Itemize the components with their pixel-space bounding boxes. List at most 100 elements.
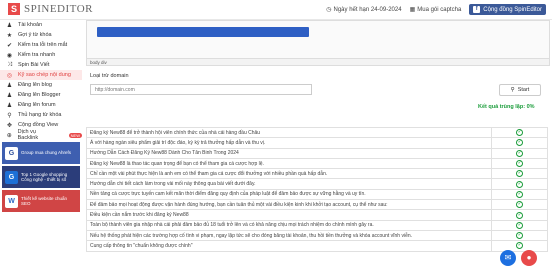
chat-icon[interactable]: ● (521, 250, 537, 266)
cart-icon: ▦ (409, 7, 416, 13)
row-text: Nếu hệ thống phát hiện các trường hợp cố… (85, 229, 493, 242)
sidebar-item-label: Dịch vụ Backlink (17, 129, 39, 141)
row-text: Hướng Dẫn Cách Đăng Ký New88 Dành Cho Tâ… (85, 147, 493, 159)
messenger-icon[interactable]: ✉ (500, 250, 516, 266)
target-icon: ◎ (6, 72, 13, 79)
shuffle-icon: ⤨ (7, 61, 12, 68)
row-text: Toàn bộ thành viên gia nhập nhà cái phải… (85, 219, 493, 231)
row-status: ✓ (491, 229, 548, 242)
start-button[interactable]: ⚲ Start (499, 84, 541, 96)
check-circle-icon: ✓ (516, 180, 524, 188)
table-row: Nếu hệ thống phát hiện các trường hợp cố… (85, 229, 548, 242)
row-status: ✓ (491, 137, 548, 149)
check-circle-icon: ✓ (516, 232, 524, 240)
compass-icon: ✥ (6, 122, 13, 129)
check-circle-icon: ✓ (516, 139, 524, 147)
sidebar: ♟ Tài khoản ★ Gợi ý từ khóa ✔ Kiểm tra lỗi tr… (0, 20, 82, 276)
sidebar-item-label: Tài khoản (18, 22, 43, 28)
table-row: Cung cấp thông tin "chuẩn không được chí… (85, 240, 548, 252)
check-icon: ✔ (6, 42, 13, 49)
expiry-date: ◷ Ngày hết hạn 24-09-2024 (326, 6, 402, 14)
row-status: ✓ (491, 199, 548, 211)
sidebar-item[interactable]: ♟ Tài khoản (0, 20, 82, 30)
crosshair-icon: ⊕ (6, 132, 12, 139)
new-badge: NEW (68, 132, 82, 138)
results-table: Đăng ký New88 để trở thành hội viên chín… (85, 126, 548, 252)
sidebar-item[interactable]: ★ Gợi ý từ khóa (0, 30, 82, 40)
sidebar-item-label: Đăng lên forum (18, 102, 56, 108)
check-circle-icon: ✓ (516, 221, 524, 229)
sidebar-item-label: Spin Bài Viết (18, 62, 50, 68)
sidebar-item[interactable]: ⚲ Thủ hạng từ khóa (0, 110, 82, 120)
row-status: ✓ (491, 178, 548, 190)
sidebar-item[interactable]: ◎ Kỹ sao chép nội dung (0, 70, 82, 80)
sidebar-item-label: Kiểm tra lỗi trên mắt (18, 42, 68, 48)
logo[interactable]: S SPINEDITOR (8, 3, 93, 15)
google-shopping-icon: G (5, 170, 18, 184)
table-row: Để đảm bảo mọi hoạt động được vận hành đ… (85, 199, 548, 211)
row-text: Á với hàng ngàn siêu phẩm giải trí độc đ… (85, 137, 493, 149)
logo-icon: S (8, 3, 20, 15)
sidebar-item-label: Đăng lên blog (18, 82, 52, 88)
row-text: Đăng ký New88 là thao tác quan trọng để … (85, 157, 493, 170)
ahrefs-group-icon: G (5, 146, 18, 160)
user-icon: ♟ (6, 82, 13, 89)
check-circle-icon: ✓ (516, 201, 524, 209)
sidebar-item-label: Kỹ sao chép nội dung (18, 72, 71, 78)
check-circle-icon: ✓ (516, 160, 524, 168)
clock-icon: ◷ (326, 7, 332, 13)
table-row: Chỉ cần một vài phút thực hiện là anh em… (85, 168, 548, 180)
community-button[interactable]: f Cộng đồng SpinEditor (469, 4, 546, 15)
sidebar-item[interactable]: ♟ Đăng lên forum (0, 100, 82, 110)
row-text: Hướng dẫn chi tiết cách làm trong vài mố… (85, 178, 493, 190)
sidebar-item[interactable]: ✔ Kiểm tra lỗi trên mắt (0, 40, 82, 50)
row-status: ✓ (491, 126, 548, 139)
sidebar-item-label: Thủ hạng từ khóa (18, 112, 62, 118)
sidebar-item[interactable]: ◉ Kiểm tra nhanh (0, 50, 82, 60)
main-content: body div Loại trừ domain ⚲ Start Kết quả… (82, 20, 552, 276)
row-status: ✓ (491, 240, 548, 252)
row-status: ✓ (491, 219, 548, 231)
facebook-icon: f (473, 6, 481, 13)
promo-website-design[interactable]: W Thiết kế website chuẩn SEO (2, 190, 80, 212)
sidebar-item[interactable]: ♟ Đăng lên blog (0, 80, 82, 90)
check-circle-icon: ✓ (516, 149, 524, 157)
editor-status-bar: body div (87, 58, 549, 65)
table-row: Toàn bộ thành viên gia nhập nhà cái phải… (85, 219, 548, 231)
sidebar-item-label: Gợi ý từ khóa (18, 32, 52, 38)
check-circle-icon: ✓ (516, 170, 524, 178)
website-icon: W (5, 194, 18, 208)
editor-selected-block[interactable] (97, 27, 309, 37)
exclude-domain-label: Loại trừ domain (90, 73, 129, 79)
check-circle-icon: ✓ (516, 211, 524, 219)
row-status: ✓ (491, 168, 548, 180)
duplicate-result: Kết quả trùng lặp: 0% (478, 104, 535, 110)
eye-icon: ◉ (6, 52, 13, 59)
app-name: SPINEDITOR (24, 3, 93, 15)
sidebar-item[interactable]: ♟ Đăng lên Blogger (0, 90, 82, 100)
row-status: ✓ (491, 209, 548, 221)
table-row: Hướng Dẫn Cách Đăng Ký New88 Dành Cho Tâ… (85, 147, 548, 159)
sidebar-item-label: Kiểm tra nhanh (18, 52, 56, 58)
search-icon: ⚲ (7, 112, 12, 119)
table-row: Điều kiện cần nắm trước khi đăng ký New8… (85, 209, 548, 221)
user-icon: ♟ (6, 102, 13, 109)
row-text: Nền tảng cá cược trực tuyến cam kết mãn … (85, 188, 493, 201)
row-text: Để đảm bảo mọi hoạt động được vận hành đ… (85, 199, 493, 211)
check-circle-icon: ✓ (516, 129, 524, 137)
row-text: Điều kiện cần nắm trước khi đăng ký New8… (85, 209, 493, 221)
sidebar-item[interactable]: ⤨ Spin Bài Viết (0, 60, 82, 70)
row-text: Cung cấp thông tin "chuẩn không được chí… (85, 240, 493, 252)
buy-captcha-link[interactable]: ▦ Mua gói captcha (409, 6, 462, 14)
sidebar-item[interactable]: ⊕ Dịch vụ Backlink NEW (0, 129, 82, 141)
exclude-domain-input[interactable] (90, 84, 312, 95)
user-icon: ♟ (6, 92, 13, 99)
promo-google-shopping[interactable]: G Top 1 Google shopping Công nghệ - thiế… (2, 166, 80, 188)
table-row: Á với hàng ngàn siêu phẩm giải trí độc đ… (85, 137, 548, 149)
sidebar-item-label: Đăng lên Blogger (18, 92, 61, 98)
content-editor[interactable]: body div (86, 20, 550, 66)
search-icon: ⚲ (510, 87, 515, 93)
row-status: ✓ (491, 157, 548, 170)
promo-ahrefs[interactable]: G Group mua chung Ahrefs (2, 142, 80, 164)
sidebar-item-label: Cộng đồng View (18, 122, 59, 128)
